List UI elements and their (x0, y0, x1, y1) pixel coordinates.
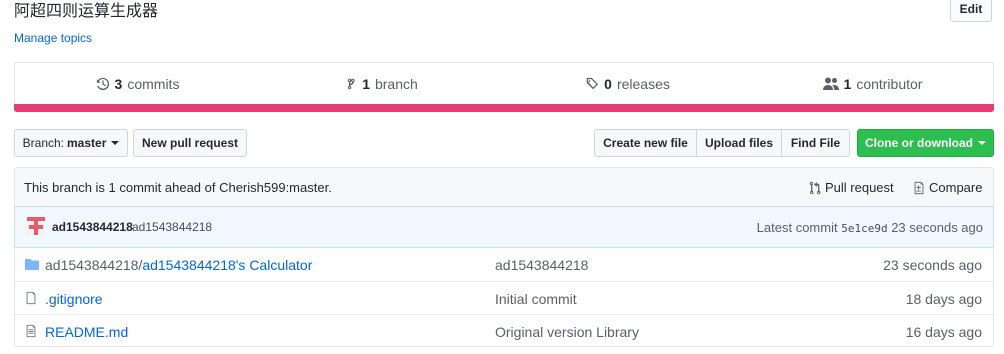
file-name[interactable]: ad1543844218/ad1543844218's Calculator (45, 257, 312, 273)
file-row: README.md Original version Library 16 da… (15, 314, 993, 347)
upload-files-button[interactable]: Upload files (696, 129, 782, 157)
file-age: 23 seconds ago (883, 257, 982, 273)
file-row: ad1543844218/ad1543844218's Calculator a… (15, 248, 993, 281)
commit-age: 23 seconds ago (891, 220, 983, 235)
latest-commit-prefix: Latest commit (756, 220, 838, 235)
commits-count: 3 (114, 76, 123, 92)
branch-name: master (67, 136, 107, 150)
history-icon (96, 77, 109, 91)
file-commit-message[interactable]: ad1543844218 (495, 257, 588, 273)
compare-link[interactable]: Compare (913, 180, 982, 195)
file-link[interactable]: ad1543844218's Calculator (142, 257, 312, 273)
caret-down-icon (111, 141, 120, 145)
file-link[interactable]: .gitignore (45, 291, 103, 307)
commits-label: commits (127, 76, 180, 92)
manage-topics-link[interactable]: Manage topics (14, 31, 92, 45)
file-list: ad1543844218/ad1543844218's Calculator a… (14, 248, 994, 347)
releases-label: releases (616, 76, 670, 92)
commit-author[interactable]: ad1543844218 (52, 220, 133, 234)
find-file-button[interactable]: Find File (781, 129, 850, 157)
repo-description: 阿超四则运算生成器 (14, 3, 159, 20)
language-bar (14, 104, 994, 112)
releases-link[interactable]: 0 releases (505, 63, 750, 105)
clone-label: Clone or download (865, 136, 973, 150)
contributors-link[interactable]: 1 contributor (750, 63, 995, 105)
contributors-count: 1 (843, 76, 852, 92)
branch-prefix: Branch: (22, 136, 64, 150)
pull-request-label: Pull request (825, 180, 894, 195)
pull-request-link[interactable]: Pull request (809, 180, 894, 195)
tag-icon (586, 77, 599, 90)
folder-icon (25, 259, 39, 270)
edit-button[interactable]: Edit (950, 0, 992, 22)
clone-or-download-button[interactable]: Clone or download (857, 129, 994, 157)
pull-request-icon (809, 181, 821, 194)
people-icon (822, 77, 839, 90)
commits-link[interactable]: 3 commits (15, 63, 260, 105)
branch-select-button[interactable]: Branch: master (14, 129, 128, 157)
file-commit-message[interactable]: Initial commit (495, 291, 577, 307)
file-name[interactable]: .gitignore (45, 291, 103, 307)
file-age: 16 days ago (905, 324, 982, 340)
caret-down-icon (978, 141, 986, 145)
file-link[interactable]: README.md (45, 324, 128, 340)
branches-count: 1 (362, 76, 370, 92)
avatar[interactable] (27, 217, 45, 235)
compare-label: Compare (929, 180, 983, 195)
file-age: 18 days ago (905, 291, 982, 307)
create-new-file-button[interactable]: Create new file (594, 129, 697, 157)
contributors-label: contributor (856, 76, 923, 92)
latest-commit-info: Latest commit 5e1ce9d 23 seconds ago (757, 220, 983, 235)
file-name[interactable]: README.md (45, 324, 128, 340)
branch-icon (348, 78, 355, 90)
new-pull-request-button[interactable]: New pull request (133, 129, 247, 157)
branches-link[interactable]: 1 branch (260, 63, 505, 105)
file-path-prefix: ad1543844218/ (45, 257, 143, 273)
commit-message[interactable]: ad1543844218 (132, 220, 212, 234)
file-diff-icon (914, 181, 924, 194)
file-icon (26, 291, 36, 305)
branch-status-bar: This branch is 1 commit ahead of Cherish… (14, 167, 994, 206)
releases-count: 0 (604, 76, 612, 92)
commit-sha[interactable]: 5e1ce9d (841, 222, 887, 235)
branches-label: branch (374, 76, 418, 92)
file-row: .gitignore Initial commit 18 days ago (15, 281, 993, 314)
branch-status-text: This branch is 1 commit ahead of Cherish… (24, 180, 332, 195)
file-commit-message[interactable]: Original version Library (495, 324, 639, 340)
file-icon (26, 324, 36, 338)
latest-commit-bar: ad1543844218 ad1543844218 Latest commit … (14, 206, 994, 248)
